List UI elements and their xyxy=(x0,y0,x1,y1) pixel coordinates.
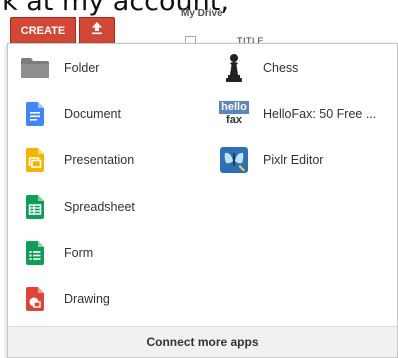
hellofax-icon: hello fax xyxy=(219,99,249,129)
menu-item-spreadsheet[interactable]: Spreadsheet xyxy=(8,192,208,222)
menu-item-drawing[interactable]: Drawing xyxy=(8,284,208,314)
form-icon xyxy=(20,238,50,268)
menu-item-label: Drawing xyxy=(64,292,110,306)
menu-item-label: Chess xyxy=(263,61,299,75)
presentation-icon xyxy=(20,145,50,175)
connect-more-apps-button[interactable]: Connect more apps xyxy=(8,326,397,357)
menu-item-label: Pixlr Editor xyxy=(263,153,324,167)
create-button[interactable]: CREATE xyxy=(10,17,76,44)
drive-screen: k at my account, My Drive TITLE CREATE F… xyxy=(0,0,398,358)
folder-icon xyxy=(20,53,50,83)
create-menu: Folder Document Presentation Spreadsheet… xyxy=(7,43,398,358)
upload-icon xyxy=(90,21,104,40)
menu-item-label: Document xyxy=(64,107,121,121)
spreadsheet-icon xyxy=(20,192,50,222)
drawing-icon xyxy=(20,284,50,314)
menu-item-label: HelloFax: 50 Free ... xyxy=(263,107,377,121)
hellofax-icon-bottom: fax xyxy=(226,114,242,126)
menu-item-chess[interactable]: Chess xyxy=(213,53,398,83)
my-drive-label: My Drive xyxy=(181,8,223,19)
menu-item-label: Presentation xyxy=(64,153,135,167)
document-icon xyxy=(20,99,50,129)
menu-item-pixlr[interactable]: Pixlr Editor xyxy=(213,145,398,175)
toolbar: CREATE xyxy=(10,17,115,44)
menu-item-presentation[interactable]: Presentation xyxy=(8,145,208,175)
hellofax-icon-top: hello xyxy=(219,101,249,114)
pixlr-icon xyxy=(219,145,249,175)
menu-item-form[interactable]: Form xyxy=(8,238,208,268)
menu-item-hellofax[interactable]: hello fax HelloFax: 50 Free ... xyxy=(213,99,398,129)
chess-icon xyxy=(219,53,249,83)
menu-item-folder[interactable]: Folder xyxy=(8,53,208,83)
upload-button[interactable] xyxy=(79,17,115,44)
menu-item-label: Folder xyxy=(64,61,100,75)
menu-item-label: Form xyxy=(64,246,94,260)
menu-item-label: Spreadsheet xyxy=(64,200,135,214)
menu-item-document[interactable]: Document xyxy=(8,99,208,129)
